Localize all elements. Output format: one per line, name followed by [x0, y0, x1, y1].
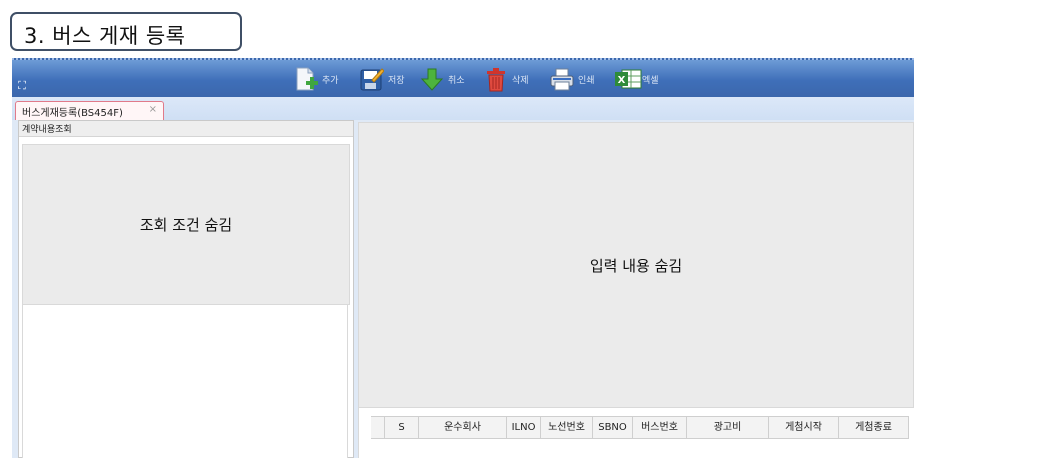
excel-button[interactable]: X 엑셀 — [614, 64, 659, 94]
toolbar: ⛶ 추가 저장 취소 삭제 인쇄 X 엑셀 — [12, 58, 914, 97]
tab-label: 버스게재등록(BS454F) — [22, 108, 123, 119]
cancel-button[interactable]: 취소 — [420, 64, 465, 94]
cancel-button-label: 취소 — [448, 75, 465, 86]
save-button-label: 저장 — [388, 75, 405, 86]
grid-header-bus-number[interactable]: 버스번호 — [633, 417, 687, 438]
add-document-icon — [294, 66, 318, 92]
print-button[interactable]: 인쇄 — [550, 64, 595, 94]
grid-header-sbno[interactable]: SBNO — [593, 417, 633, 438]
print-button-label: 인쇄 — [578, 75, 595, 86]
contract-search-panel: 계약내용조회 조회 조건 숨김 — [18, 120, 354, 458]
grid-header-ilno[interactable]: ILNO — [507, 417, 541, 438]
data-grid: S 운수회사 ILNO 노선번호 SBNO 버스번호 광고비 게첨시작 게첨종료 — [358, 408, 914, 458]
grid-header-indicator — [371, 417, 385, 438]
delete-button-label: 삭제 — [512, 75, 529, 86]
svg-text:X: X — [618, 75, 626, 86]
grid-header-s[interactable]: S — [385, 417, 419, 438]
grid-header-ad-cost[interactable]: 광고비 — [687, 417, 769, 438]
save-button[interactable]: 저장 — [360, 64, 405, 94]
add-button-label: 추가 — [322, 75, 339, 86]
grid-header: S 운수회사 ILNO 노선번호 SBNO 버스번호 광고비 게첨시작 게첨종료 — [371, 416, 909, 439]
excel-icon: X — [614, 66, 642, 92]
section-title: 3. 버스 게재 등록 — [10, 12, 242, 51]
tab-bus-ad-registration[interactable]: 버스게재등록(BS454F) × — [15, 101, 164, 120]
search-conditions-placeholder: 조회 조건 숨김 — [22, 144, 350, 305]
close-icon[interactable]: × — [149, 104, 157, 115]
trash-icon — [484, 66, 508, 92]
grid-header-company[interactable]: 운수회사 — [419, 417, 507, 438]
hidden-input-text: 입력 내용 숨김 — [589, 257, 683, 275]
cancel-arrow-icon — [420, 66, 444, 92]
panel-header: 계약내용조회 — [19, 121, 353, 137]
printer-icon — [550, 66, 574, 92]
search-results-list — [22, 305, 348, 458]
app-window: ⛶ 추가 저장 취소 삭제 인쇄 X 엑셀 버스게재등록(BS454F) × 계… — [12, 58, 914, 458]
delete-button[interactable]: 삭제 — [484, 64, 529, 94]
grid-header-route-number[interactable]: 노선번호 — [541, 417, 593, 438]
input-content-placeholder: 입력 내용 숨김 — [358, 122, 914, 408]
excel-button-label: 엑셀 — [642, 75, 659, 86]
save-icon — [360, 66, 385, 92]
add-button[interactable]: 추가 — [294, 64, 339, 94]
grid-header-post-end[interactable]: 게첨종료 — [839, 417, 909, 438]
hidden-search-text: 조회 조건 숨김 — [139, 216, 233, 234]
expand-icon[interactable]: ⛶ — [15, 79, 29, 93]
tab-bar: 버스게재등록(BS454F) × — [12, 97, 914, 120]
grid-header-post-start[interactable]: 게첨시작 — [769, 417, 839, 438]
